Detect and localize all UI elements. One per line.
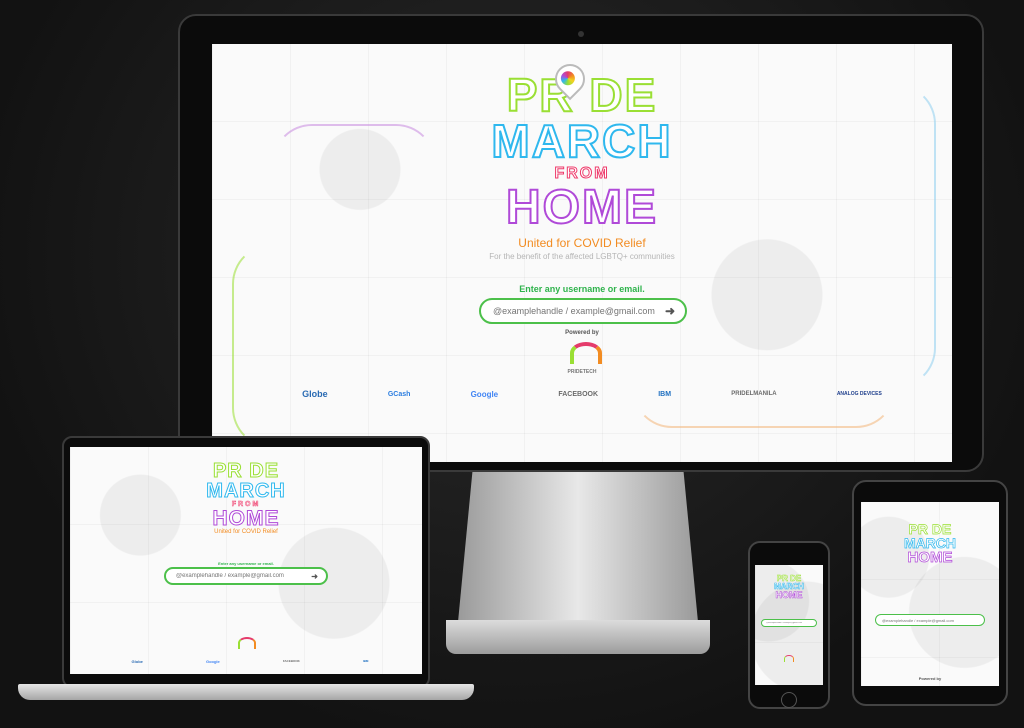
powered-by-label: Powered by: [918, 676, 942, 681]
username-input[interactable]: [764, 621, 814, 625]
username-field[interactable]: [875, 614, 985, 626]
username-input[interactable]: [174, 572, 312, 580]
camera-icon: [578, 31, 584, 37]
desktop-screen: PR DE MARCH FROM HOME United for COVID R…: [212, 44, 952, 462]
phone-home-button[interactable]: [781, 692, 797, 708]
sponsor-globe: Globe: [302, 389, 328, 399]
pridetech-logo-icon: [784, 655, 794, 662]
logo-pride: PR DE: [908, 521, 952, 537]
event-logo: PR DE MARCH FROM HOME United for COVID R…: [196, 460, 296, 536]
event-logo: PR DE MARCH HOME: [769, 574, 809, 600]
sponsor-globe: Globe: [131, 658, 143, 664]
username-field[interactable]: ➜: [479, 298, 687, 324]
logo-march: MARCH: [206, 480, 286, 502]
subtagline: For the benefit of the affected LGBTQ+ c…: [489, 252, 675, 261]
input-prompt: Enter any username or email.: [519, 284, 645, 294]
logo-pride: PR DE: [212, 460, 280, 482]
logo-home: HOME: [907, 549, 953, 566]
sponsor-google: Google: [205, 658, 220, 664]
event-logo: PR DE MARCH HOME: [895, 521, 965, 566]
pridetech-brand: PRIDETECH: [567, 369, 597, 375]
sponsor-analog-devices: ANALOG DEVICES: [836, 391, 882, 397]
monitor-neck: [458, 472, 698, 622]
heart-icon: [560, 71, 575, 86]
arrow-right-icon[interactable]: ➜: [665, 304, 675, 318]
sponsor-gcash: GCash: [387, 390, 411, 398]
username-field[interactable]: ➜: [164, 567, 328, 585]
username-field[interactable]: [761, 619, 817, 627]
sponsor-google: Google: [470, 389, 499, 399]
monitor-base: [446, 620, 710, 654]
sponsor-facebook: FACEBOOK: [282, 659, 300, 663]
arrow-right-icon[interactable]: ➜: [311, 572, 318, 581]
event-logo: PR DE MARCH FROM HOME United for COVID R…: [467, 57, 697, 261]
sponsor-bar: Globe GCash Google FACEBOOK IBM PRIDELMA…: [272, 386, 912, 402]
laptop-screen: PR DE MARCH FROM HOME United for COVID R…: [70, 447, 422, 674]
powered-by-label: Powered by: [565, 330, 599, 336]
tablet-screen: PR DE MARCH HOME Powered by: [861, 502, 999, 686]
laptop-base: [18, 684, 474, 700]
map-route: [232, 244, 436, 448]
logo-march: MARCH: [903, 535, 957, 551]
tagline: United for COVID Relief: [214, 529, 278, 535]
tagline: United for COVID Relief: [518, 236, 646, 250]
pridetech-logo-icon: [570, 342, 602, 364]
logo-home: HOME: [505, 181, 658, 234]
sponsor-pridelmanila: PRIDELMANILA: [731, 391, 777, 397]
username-input[interactable]: [880, 616, 980, 624]
logo-home: HOME: [212, 507, 280, 530]
logo-march: MARCH: [490, 115, 673, 167]
logo-home: HOME: [775, 590, 803, 600]
sponsor-facebook: FACEBOOK: [558, 390, 599, 398]
phone-screen: PR DE MARCH HOME: [755, 565, 823, 685]
sponsor-ibm: IBM: [658, 390, 672, 398]
logo-from: FROM: [554, 165, 610, 182]
username-input[interactable]: [491, 305, 665, 317]
input-prompt: Enter any username or email.: [218, 561, 274, 566]
pridetech-logo-icon: [238, 637, 256, 649]
sponsor-ibm: IBM: [362, 659, 369, 663]
sponsor-bar: Globe Google FACEBOOK IBM: [100, 657, 400, 665]
